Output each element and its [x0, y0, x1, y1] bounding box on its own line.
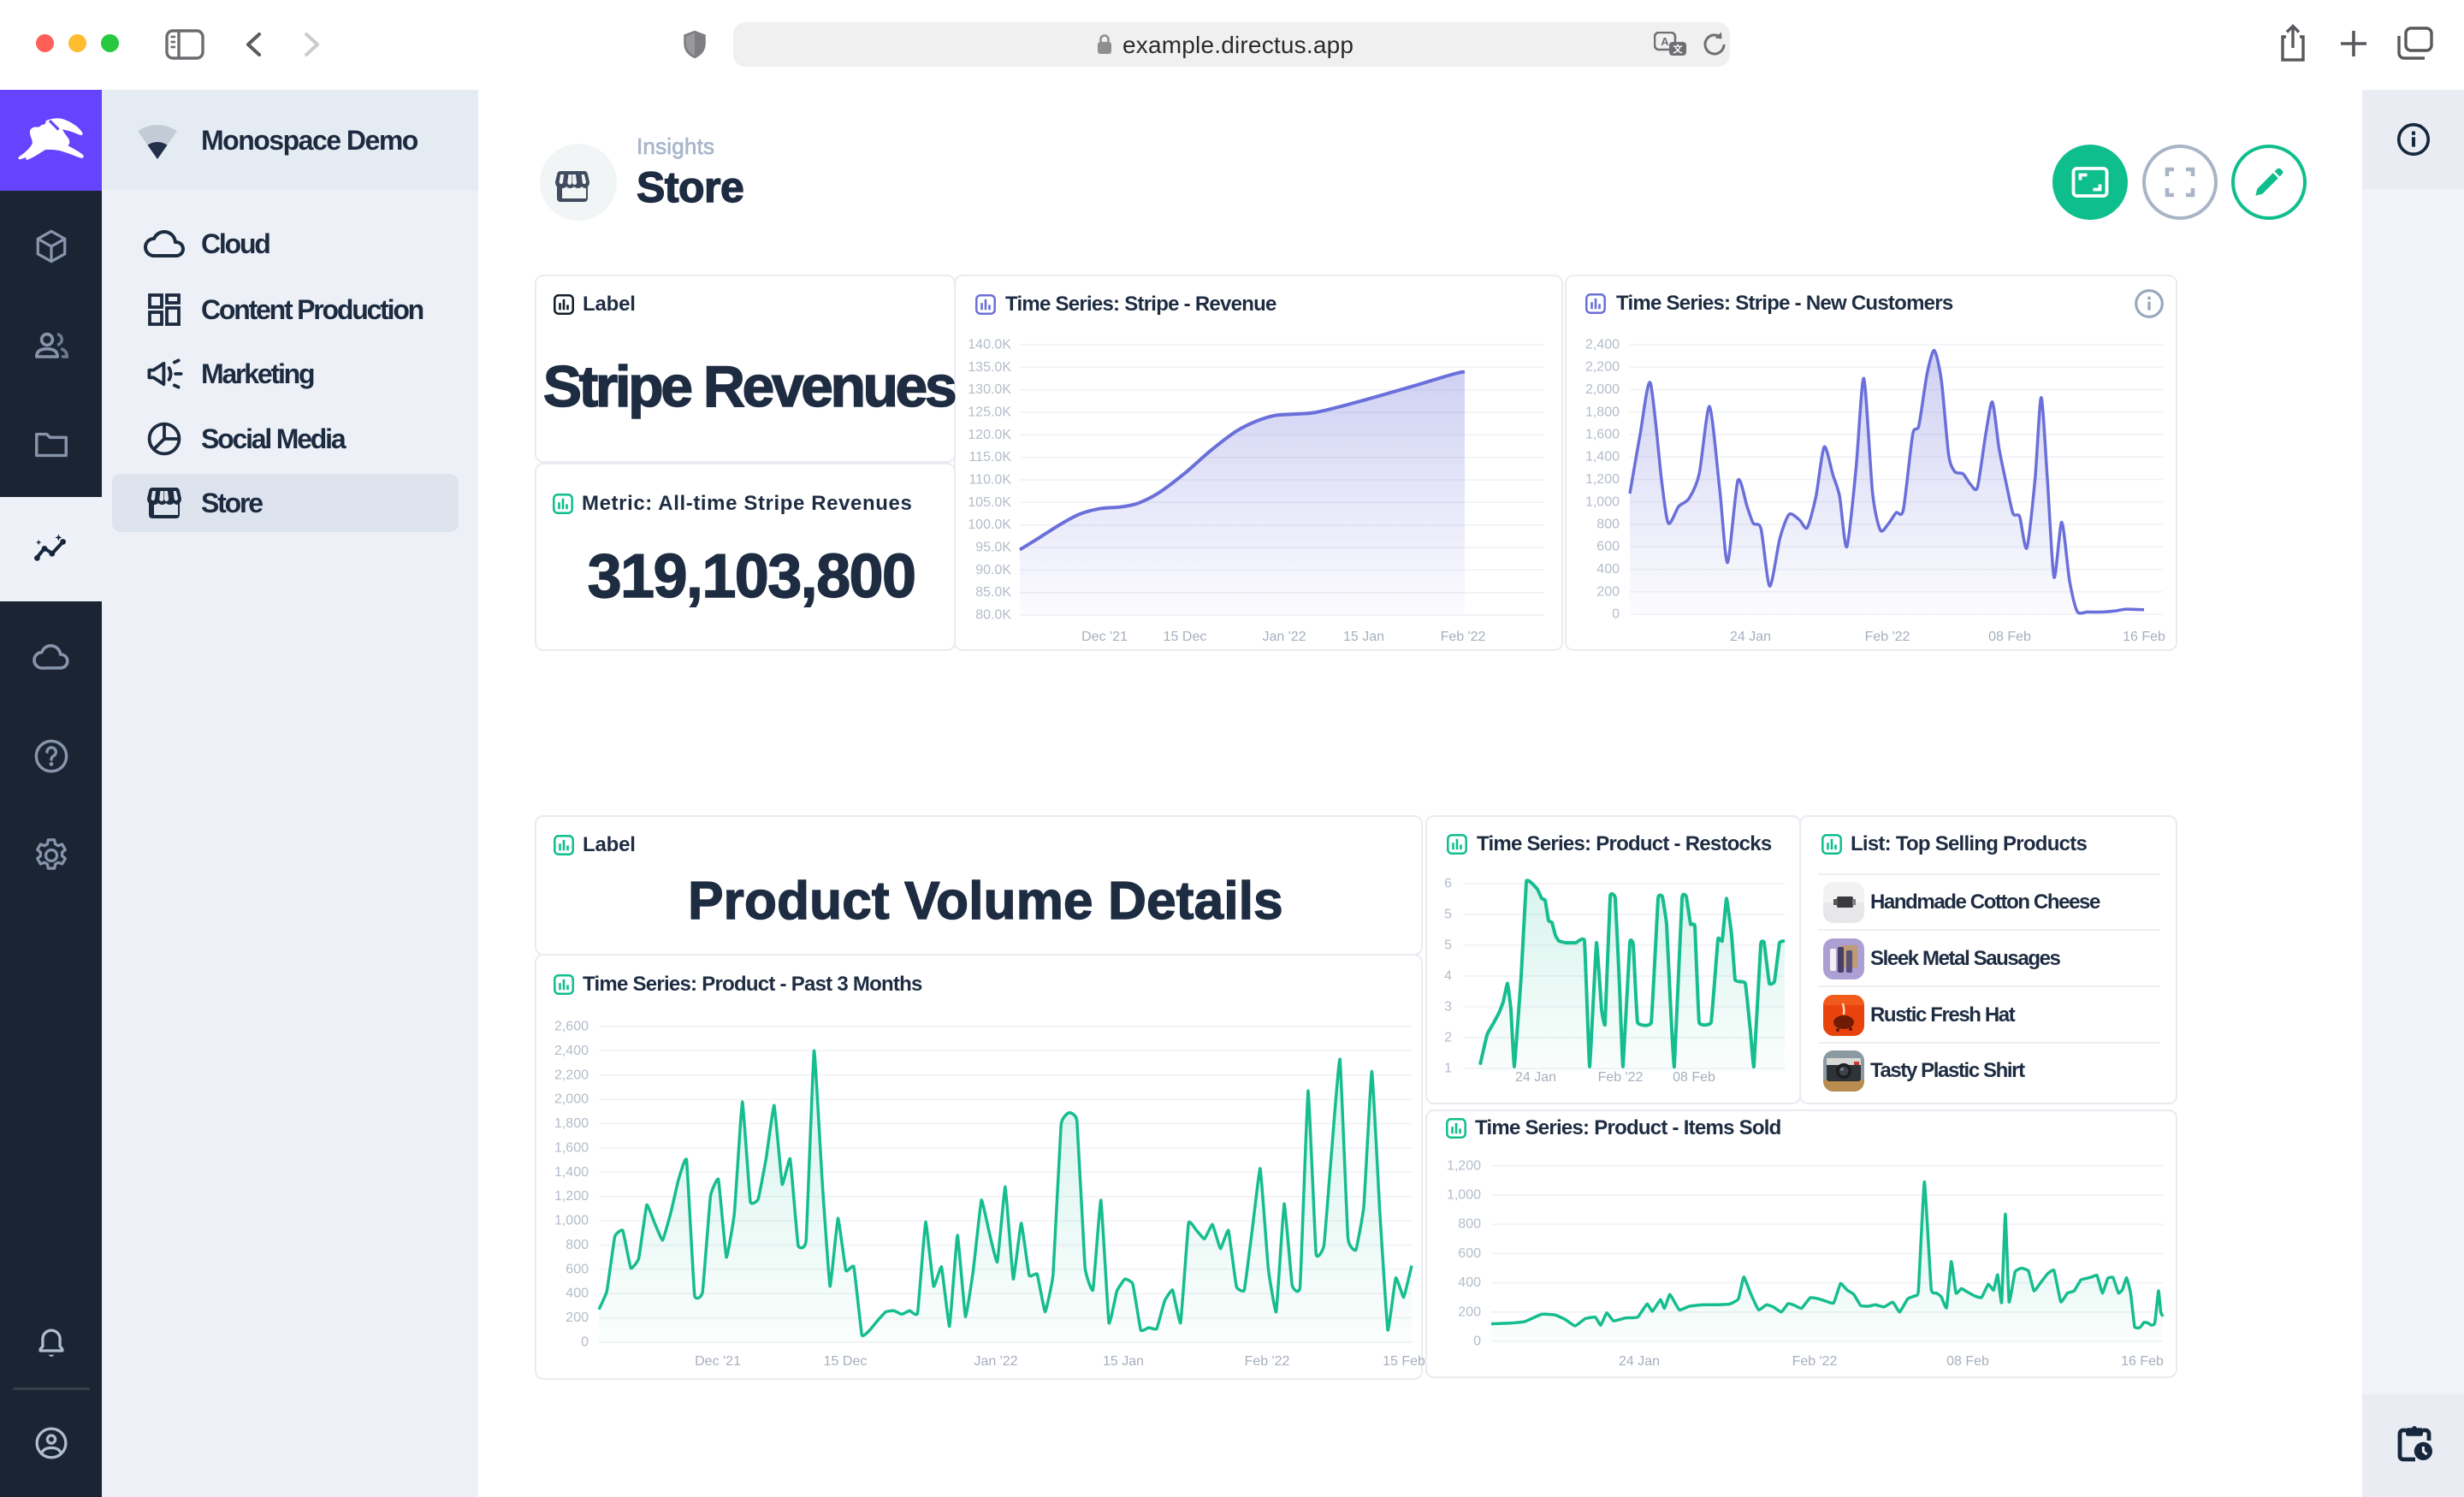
- svg-text:120.0K: 120.0K: [968, 428, 1011, 442]
- svg-text:600: 600: [1458, 1246, 1481, 1261]
- svg-text:200: 200: [1458, 1305, 1481, 1319]
- svg-text:Feb '22: Feb '22: [1865, 630, 1910, 644]
- svg-text:5: 5: [1444, 938, 1452, 953]
- svg-text:1,400: 1,400: [554, 1165, 589, 1180]
- svg-text:24 Jan: 24 Jan: [1619, 1354, 1660, 1369]
- svg-text:115.0K: 115.0K: [968, 450, 1011, 464]
- svg-text:1,200: 1,200: [1585, 472, 1620, 487]
- svg-text:1,600: 1,600: [554, 1140, 589, 1155]
- svg-text:800: 800: [1596, 518, 1620, 532]
- svg-text:5: 5: [1444, 908, 1452, 922]
- svg-text:140.0K: 140.0K: [968, 338, 1011, 352]
- svg-text:Jan '22: Jan '22: [974, 1354, 1017, 1369]
- svg-text:15 Jan: 15 Jan: [1343, 630, 1384, 644]
- svg-text:3: 3: [1444, 1000, 1452, 1015]
- svg-text:24 Jan: 24 Jan: [1730, 630, 1771, 644]
- svg-text:2,000: 2,000: [554, 1092, 589, 1107]
- svg-text:2,200: 2,200: [1585, 360, 1620, 375]
- svg-text:95.0K: 95.0K: [975, 541, 1011, 555]
- svg-text:800: 800: [566, 1238, 589, 1252]
- svg-text:0: 0: [1473, 1334, 1481, 1349]
- svg-text:08 Feb: 08 Feb: [1673, 1070, 1715, 1085]
- svg-text:0: 0: [1612, 607, 1620, 622]
- svg-text:1,800: 1,800: [1585, 405, 1620, 419]
- svg-text:600: 600: [1596, 540, 1620, 554]
- svg-text:15 Dec: 15 Dec: [824, 1354, 868, 1369]
- svg-text:2: 2: [1444, 1031, 1452, 1045]
- svg-text:2,400: 2,400: [1585, 338, 1620, 352]
- svg-text:110.0K: 110.0K: [968, 473, 1011, 488]
- svg-text:1,000: 1,000: [1447, 1188, 1481, 1203]
- svg-text:125.0K: 125.0K: [968, 405, 1011, 420]
- svg-text:90.0K: 90.0K: [975, 563, 1011, 577]
- svg-text:2,400: 2,400: [554, 1044, 589, 1058]
- svg-text:Feb '22: Feb '22: [1598, 1070, 1644, 1085]
- svg-text:Feb '22: Feb '22: [1245, 1354, 1290, 1369]
- svg-text:1,600: 1,600: [1585, 428, 1620, 442]
- svg-text:1,000: 1,000: [554, 1214, 589, 1228]
- svg-text:135.0K: 135.0K: [968, 360, 1011, 375]
- svg-text:400: 400: [566, 1287, 589, 1301]
- svg-text:Feb '22: Feb '22: [1792, 1354, 1838, 1369]
- svg-text:85.0K: 85.0K: [975, 585, 1011, 600]
- svg-text:400: 400: [1596, 562, 1620, 577]
- svg-text:105.0K: 105.0K: [968, 495, 1011, 510]
- svg-text:1,400: 1,400: [1585, 450, 1620, 464]
- svg-text:400: 400: [1458, 1275, 1481, 1290]
- svg-text:Dec '21: Dec '21: [695, 1354, 741, 1369]
- svg-text:1,000: 1,000: [1585, 494, 1620, 509]
- svg-text:15 Feb: 15 Feb: [1383, 1354, 1425, 1369]
- svg-text:130.0K: 130.0K: [968, 382, 1011, 397]
- svg-text:600: 600: [566, 1262, 589, 1276]
- svg-text:200: 200: [1596, 584, 1620, 599]
- svg-text:80.0K: 80.0K: [975, 608, 1011, 623]
- svg-text:2,200: 2,200: [554, 1068, 589, 1082]
- svg-text:0: 0: [581, 1335, 589, 1350]
- svg-text:1,200: 1,200: [554, 1189, 589, 1204]
- svg-text:16 Feb: 16 Feb: [2123, 630, 2165, 644]
- svg-text:6: 6: [1444, 877, 1452, 891]
- svg-text:100.0K: 100.0K: [968, 518, 1011, 532]
- svg-text:2,600: 2,600: [554, 1020, 589, 1034]
- svg-text:2,000: 2,000: [1585, 382, 1620, 397]
- svg-text:Feb '22: Feb '22: [1441, 630, 1486, 644]
- svg-text:800: 800: [1458, 1217, 1481, 1232]
- svg-text:1,800: 1,800: [554, 1116, 589, 1131]
- svg-text:08 Feb: 08 Feb: [1946, 1354, 1989, 1369]
- svg-text:Dec '21: Dec '21: [1081, 630, 1128, 644]
- svg-text:24 Jan: 24 Jan: [1515, 1070, 1556, 1085]
- svg-text:08 Feb: 08 Feb: [1988, 630, 2031, 644]
- svg-text:1: 1: [1444, 1062, 1452, 1076]
- svg-text:Jan '22: Jan '22: [1262, 630, 1306, 644]
- svg-text:16 Feb: 16 Feb: [2121, 1354, 2164, 1369]
- svg-text:4: 4: [1444, 969, 1452, 984]
- svg-text:1,200: 1,200: [1447, 1158, 1481, 1173]
- svg-text:15 Dec: 15 Dec: [1164, 630, 1207, 644]
- svg-text:200: 200: [566, 1311, 589, 1325]
- svg-text:15 Jan: 15 Jan: [1103, 1354, 1144, 1369]
